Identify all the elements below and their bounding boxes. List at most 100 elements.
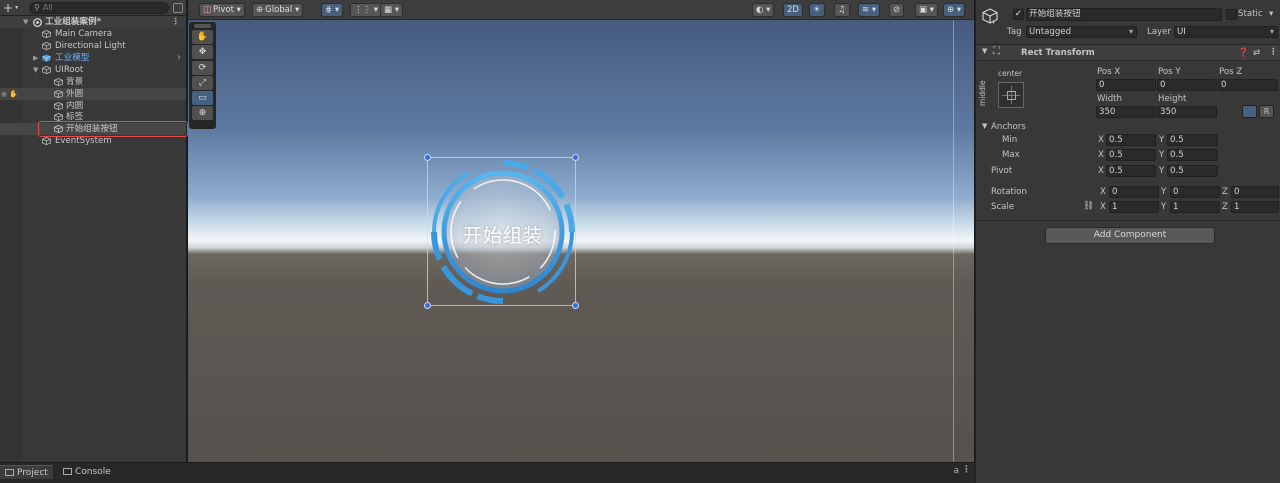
- scene-visibility-toggle[interactable]: ⊘: [889, 3, 905, 17]
- static-checkbox[interactable]: [1226, 9, 1237, 20]
- component-menu-icon[interactable]: ⋮: [1269, 47, 1278, 57]
- expand-arrow-icon[interactable]: ▶: [33, 52, 38, 64]
- pivot-dropdown[interactable]: ◫ Pivot ▾: [199, 3, 245, 17]
- more-options-icon[interactable]: ⋮: [171, 16, 180, 28]
- hierarchy-options-icon[interactable]: [173, 2, 183, 13]
- hierarchy-item-outer-ring[interactable]: ◉ ✋ 外圆: [0, 88, 186, 100]
- gameobject-cube-icon: [54, 102, 63, 111]
- static-dropdown-arrow[interactable]: ▾: [1269, 9, 1273, 19]
- pivot-y-field[interactable]: 0.5: [1167, 165, 1218, 177]
- hierarchy-item-label: UIRoot: [55, 65, 84, 75]
- anchor-max-x-field[interactable]: 0.5: [1106, 149, 1156, 161]
- scene-toolbar: ◫ Pivot ▾ ⊕ Global ▾ ⋕ ▾ ⋮⋮ ▾ ▦ ▾ ◐ ▾ 2D ☀…: [188, 0, 974, 20]
- constrain-proportions-icon[interactable]: ⛓: [1083, 201, 1094, 211]
- add-component-button[interactable]: Add Component: [1045, 227, 1215, 244]
- camera-settings-dropdown[interactable]: ▣ ▾: [915, 3, 938, 17]
- raw-edit-button[interactable]: R: [1259, 105, 1274, 118]
- anchors-fold-icon[interactable]: ▼: [982, 122, 987, 130]
- grid-visibility-button[interactable]: ▦ ▾: [380, 3, 403, 17]
- scene-viewport[interactable]: [188, 20, 974, 462]
- hierarchy-item-background[interactable]: 背景: [0, 76, 186, 88]
- rect-transform-header[interactable]: ▼ ⛶ Rect Transform ❓ ⇄ ⋮: [977, 44, 1280, 61]
- anchor-max-y-field[interactable]: 0.5: [1167, 149, 1218, 161]
- hierarchy-item-directional-light[interactable]: Directional Light: [0, 40, 186, 52]
- object-name-field[interactable]: 开始组装按钮: [1026, 8, 1222, 21]
- gizmo-handle-top-left[interactable]: [424, 154, 431, 161]
- rotation-z-field[interactable]: 0: [1231, 186, 1279, 198]
- gizmos-dropdown[interactable]: ⊕ ▾: [943, 3, 966, 17]
- grid-snap-toggle[interactable]: ⋕ ▾: [321, 3, 344, 17]
- tab-project[interactable]: Project: [0, 465, 53, 479]
- draw-mode-dropdown[interactable]: ◐ ▾: [752, 3, 775, 17]
- gizmo-handle-bottom-right[interactable]: [572, 302, 579, 309]
- hierarchy-item-main-camera[interactable]: Main Camera: [0, 28, 186, 40]
- rotation-y-field[interactable]: 0: [1170, 186, 1220, 198]
- rect-tool-icon[interactable]: ▭: [192, 91, 213, 106]
- gizmo-handle-bottom-left[interactable]: [424, 302, 431, 309]
- panel-menu-icon[interactable]: ⋮: [962, 465, 971, 475]
- icon-dropdown-arrow[interactable]: ▾: [992, 19, 995, 26]
- component-divider: [976, 220, 1280, 221]
- anchor-min-y-field[interactable]: 0.5: [1167, 134, 1218, 146]
- gizmo-handle-top-right[interactable]: [572, 154, 579, 161]
- rect-transform-gizmo[interactable]: [424, 154, 579, 309]
- active-checkbox[interactable]: ✓: [1013, 9, 1024, 20]
- scale-z-field[interactable]: 1: [1231, 201, 1279, 213]
- scene-root-row[interactable]: ▼ 工业组装案例* ⋮: [0, 16, 186, 28]
- pos-x-field[interactable]: 0: [1096, 79, 1156, 91]
- lighting-toggle[interactable]: ☀: [809, 3, 825, 17]
- rotation-x-axis-label: X: [1100, 187, 1106, 197]
- rotate-tool-icon[interactable]: ⟳: [192, 60, 213, 75]
- effects-dropdown[interactable]: ≋ ▾: [858, 3, 881, 17]
- chevron-right-icon[interactable]: ›: [177, 52, 181, 64]
- visibility-eye-icon[interactable]: ◉ ✋: [1, 88, 18, 100]
- layer-dropdown[interactable]: UI: [1174, 26, 1278, 38]
- pivot-label: Pivot: [213, 5, 234, 15]
- pivot-x-field[interactable]: 0.5: [1106, 165, 1156, 177]
- scale-y-field[interactable]: 1: [1170, 201, 1220, 213]
- help-icon[interactable]: ❓: [1238, 48, 1249, 58]
- global-dropdown[interactable]: ⊕ Global ▾: [252, 3, 304, 17]
- rotation-x-field[interactable]: 0: [1109, 186, 1159, 198]
- hierarchy-item-industrial-model[interactable]: ▶ 工业模型 ›: [0, 52, 186, 64]
- transform-tool-icon[interactable]: ⊕: [192, 106, 213, 121]
- min-x-axis-label: X: [1098, 135, 1104, 145]
- hierarchy-search-input[interactable]: ⚲ All: [29, 1, 169, 14]
- tools-grip-handle[interactable]: [194, 24, 211, 28]
- mode-2d-toggle[interactable]: 2D: [783, 3, 803, 17]
- height-field[interactable]: 350: [1157, 106, 1217, 118]
- fold-arrow-icon[interactable]: ▼: [33, 64, 38, 76]
- scale-tool-icon[interactable]: ⤢: [192, 75, 213, 90]
- min-label: Min: [1002, 135, 1018, 145]
- pos-z-field[interactable]: 0: [1218, 79, 1278, 91]
- hierarchy-item-label: 外圆: [66, 89, 84, 99]
- fold-arrow-icon[interactable]: ▼: [982, 47, 987, 55]
- pos-y-field[interactable]: 0: [1157, 79, 1217, 91]
- anchor-presets-button[interactable]: [998, 82, 1024, 108]
- gameobject-cube-icon: [42, 30, 51, 39]
- create-button[interactable]: + ▾: [3, 2, 25, 14]
- scale-label: Scale: [991, 202, 1015, 212]
- hierarchy-panel: + ▾ ⚲ All ▼ 工业组装案例* ⋮ Main Camera Directi…: [0, 0, 188, 462]
- width-field[interactable]: 350: [1096, 106, 1156, 118]
- blueprint-mode-button[interactable]: [1242, 105, 1257, 118]
- hand-tool-icon[interactable]: ✋: [192, 30, 213, 44]
- fold-arrow-icon[interactable]: ▼: [23, 16, 28, 28]
- presets-icon[interactable]: ⇄: [1253, 48, 1260, 58]
- anchor-min-x-field[interactable]: 0.5: [1106, 134, 1156, 146]
- selection-highlight: [38, 121, 188, 137]
- snap-increment-button[interactable]: ⋮⋮ ▾: [350, 3, 382, 17]
- pivot-x-axis-label: X: [1098, 166, 1104, 176]
- tab-console[interactable]: Console: [58, 465, 116, 479]
- lock-icon[interactable]: a: [953, 466, 959, 476]
- static-label: Static: [1238, 9, 1263, 19]
- hierarchy-item-uiroot[interactable]: ▼ UIRoot: [0, 64, 186, 76]
- move-tool-icon[interactable]: ✥: [192, 45, 213, 60]
- tag-dropdown[interactable]: Untagged: [1026, 26, 1137, 38]
- scene-view[interactable]: ◫ Pivot ▾ ⊕ Global ▾ ⋕ ▾ ⋮⋮ ▾ ▦ ▾ ◐ ▾ 2D ☀…: [188, 0, 974, 462]
- pos-x-label: Pos X: [1097, 67, 1121, 77]
- rect-transform-icon: ⛶: [993, 46, 1000, 57]
- scale-x-field[interactable]: 1: [1109, 201, 1159, 213]
- gameobject-cube-icon: [54, 90, 63, 99]
- audio-toggle[interactable]: ♫: [834, 3, 850, 17]
